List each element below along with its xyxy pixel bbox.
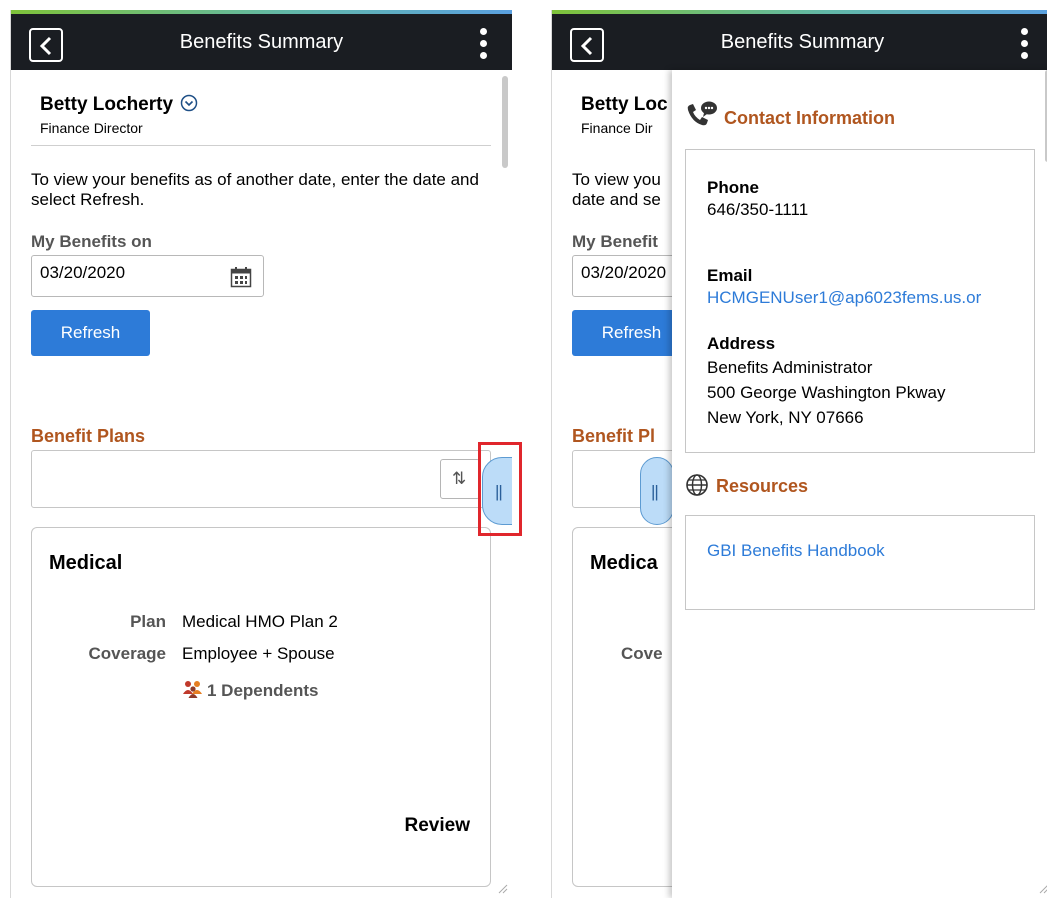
- card-title: Medica: [590, 552, 658, 574]
- review-link[interactable]: Review: [405, 815, 470, 837]
- sort-arrows-icon: ⇅: [452, 469, 467, 488]
- dependents-text: 1 Dependents: [207, 681, 319, 700]
- pause-bars-icon: ||: [651, 482, 659, 501]
- phone-chat-icon: [687, 101, 717, 126]
- handbook-link[interactable]: GBI Benefits Handbook: [707, 541, 885, 561]
- benefits-summary-screen-expanded: Benefits Summary Betty Loc Finance Dir T…: [551, 10, 1047, 898]
- address-line-3: New York, NY 07666: [707, 408, 864, 427]
- job-title: Finance Dir: [581, 120, 653, 136]
- top-bar: Benefits Summary: [11, 10, 512, 70]
- phone-value: 646/350-1111: [707, 200, 809, 219]
- email-link[interactable]: HCMGENUser1@ap6023fems.us.or: [707, 288, 1025, 308]
- page-title: Benefits Summary: [179, 31, 344, 53]
- panel-toggle-handle[interactable]: ||: [640, 457, 674, 525]
- date-label: My Benefits on: [31, 232, 152, 251]
- intro-text: To view you date and se: [572, 170, 661, 209]
- resources-heading: Resources: [684, 472, 808, 498]
- plans-toolbar: [31, 450, 491, 508]
- email-label: Email: [707, 266, 753, 285]
- coverage-label: Cove: [621, 644, 663, 663]
- address-line-2: 500 George Washington Pkway: [707, 383, 946, 402]
- benefit-plans-title: Benefit Pl: [572, 426, 656, 446]
- intro-text: To view your benefits as of another date…: [31, 170, 479, 209]
- plan-value: Medical HMO Plan 2: [182, 612, 338, 631]
- calendar-icon[interactable]: [230, 266, 252, 288]
- top-bar: Benefits Summary: [552, 10, 1047, 70]
- contact-info-heading: Contact Information: [684, 100, 895, 130]
- scrollbar[interactable]: [502, 76, 508, 168]
- resize-grip-icon[interactable]: [496, 882, 508, 894]
- job-title: Finance Director: [40, 120, 143, 136]
- resources-box: GBI Benefits Handbook: [685, 515, 1035, 610]
- coverage-value: Employee + Spouse: [182, 644, 335, 663]
- more-options-icon[interactable]: [480, 28, 488, 60]
- plan-label: Plan: [130, 612, 166, 631]
- date-label: My Benefit: [572, 232, 658, 251]
- coverage-label: Coverage: [88, 644, 166, 663]
- side-panel: Contact Information Phone 646/350-1111 E…: [672, 70, 1047, 898]
- accent-stripe: [552, 10, 1047, 14]
- divider: [31, 145, 491, 146]
- resources-title: Resources: [716, 476, 809, 496]
- phone-label: Phone: [707, 178, 759, 197]
- dependents-link[interactable]: 1 Dependents: [182, 680, 318, 701]
- employee-name[interactable]: Betty Locherty: [40, 94, 198, 116]
- contact-info-title: Contact Information: [724, 108, 895, 128]
- benefits-summary-screen-collapsed: Benefits Summary Betty Locherty Finance …: [10, 10, 512, 898]
- employee-name[interactable]: Betty Loc: [581, 94, 668, 116]
- address-line-1: Benefits Administrator: [707, 358, 873, 377]
- contact-info-box: Phone 646/350-1111 Email HCMGENUser1@ap6…: [685, 149, 1035, 453]
- accent-stripe: [11, 10, 512, 14]
- medical-plan-card[interactable]: Medical Plan Medical HMO Plan 2 Coverage…: [31, 527, 491, 887]
- callout-highlight-box: [478, 442, 522, 536]
- people-icon: [183, 681, 202, 698]
- address-label: Address: [707, 334, 776, 353]
- page-title: Benefits Summary: [720, 31, 885, 53]
- sort-button[interactable]: ⇅: [440, 459, 480, 499]
- card-title: Medical: [49, 552, 123, 574]
- resize-grip-icon[interactable]: [1037, 882, 1047, 894]
- more-options-icon[interactable]: [1021, 28, 1029, 60]
- employee-name-text: Betty Locherty: [40, 94, 174, 115]
- globe-icon: [686, 474, 708, 496]
- chevron-down-circle-icon[interactable]: [180, 94, 198, 112]
- benefit-plans-title: Benefit Plans: [31, 426, 146, 446]
- refresh-button[interactable]: Refresh: [31, 310, 150, 356]
